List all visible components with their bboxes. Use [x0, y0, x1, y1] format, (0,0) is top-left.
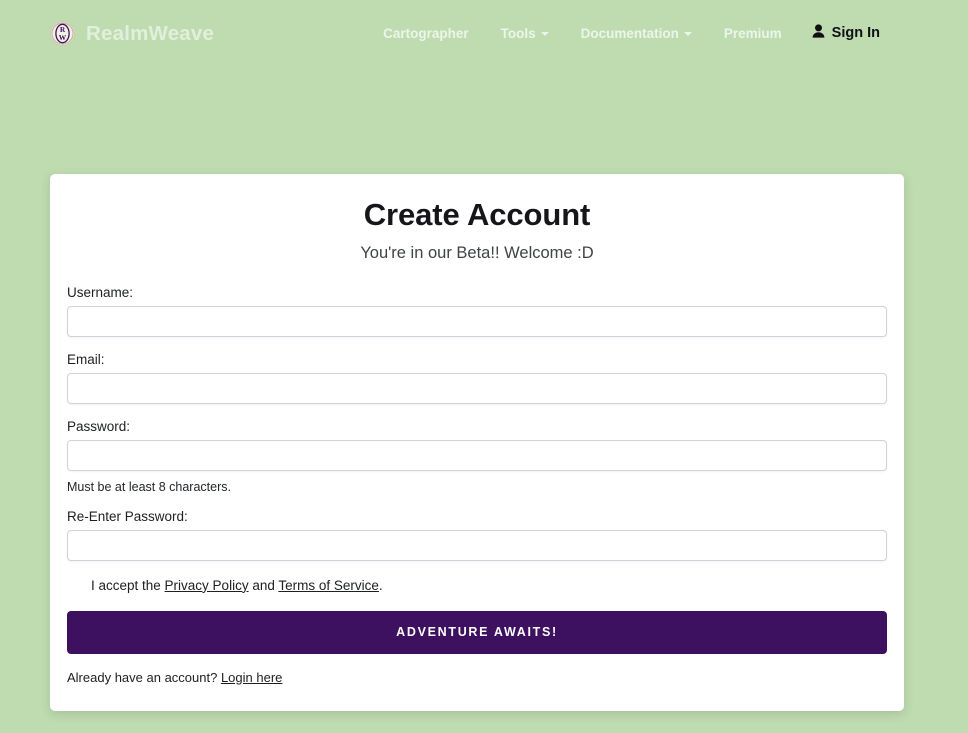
nav-item-tools-label: Tools — [500, 25, 536, 41]
top-navigation-bar: R W RealmWeave Cartographer Tools Docume… — [0, 0, 968, 79]
adventure-awaits-submit-button[interactable]: ADVENTURE AWAITS! — [67, 610, 887, 654]
terms-acceptance-row: I accept the Privacy Policy and Terms of… — [67, 578, 887, 593]
email-input[interactable] — [67, 372, 887, 404]
nav-item-tools[interactable]: Tools — [485, 26, 565, 41]
email-field-group: Email: — [67, 352, 887, 404]
nav-item-premium-label: Premium — [723, 25, 782, 41]
chevron-down-icon — [683, 32, 692, 36]
privacy-policy-link[interactable]: Privacy Policy — [165, 578, 249, 593]
login-here-link[interactable]: Login here — [221, 670, 282, 685]
brand-logo-link[interactable]: R W RealmWeave — [50, 21, 214, 46]
password-field-group: Password: Must be at least 8 characters. — [67, 419, 887, 494]
nav-links-group: Cartographer Tools Documentation Premium… — [367, 21, 880, 42]
nav-item-documentation-label: Documentation — [580, 25, 679, 41]
page-title: Create Account — [363, 197, 591, 232]
email-label: Email: — [67, 351, 105, 367]
terms-prefix-text: I accept the — [91, 577, 165, 593]
signup-form: Username: Email: Password: Must be at le… — [66, 285, 888, 685]
nav-item-documentation[interactable]: Documentation — [565, 26, 708, 41]
username-field-group: Username: — [67, 285, 887, 337]
username-label: Username: — [67, 284, 134, 300]
existing-account-note: Already have an account? Login here — [67, 670, 887, 685]
create-account-card: Create Account You're in our Beta!! Welc… — [50, 174, 904, 711]
terms-of-service-link[interactable]: Terms of Service — [278, 578, 379, 593]
password-input[interactable] — [67, 439, 887, 471]
page-subtitle: You're in our Beta!! Welcome :D — [360, 243, 594, 262]
nav-item-cartographer-label: Cartographer — [383, 25, 469, 41]
confirm-password-input[interactable] — [67, 529, 887, 561]
brand-name-text: RealmWeave — [86, 21, 215, 45]
terms-acceptance-text: I accept the Privacy Policy and Terms of… — [91, 578, 383, 593]
password-label: Password: — [67, 418, 131, 434]
chevron-down-icon — [540, 32, 549, 36]
realmweave-circle-monogram-icon: R W — [50, 21, 75, 46]
confirm-password-field-group: Re-Enter Password: — [67, 509, 887, 561]
svg-text:W: W — [59, 33, 67, 42]
person-icon — [812, 24, 825, 42]
terms-conjunction-text: and — [248, 577, 279, 593]
sign-in-button[interactable]: Sign In — [798, 24, 880, 42]
nav-item-premium[interactable]: Premium — [708, 26, 798, 41]
terms-suffix-text: . — [378, 577, 383, 593]
sign-in-label: Sign In — [831, 25, 880, 41]
password-help-text: Must be at least 8 characters. — [67, 479, 231, 494]
nav-item-cartographer[interactable]: Cartographer — [367, 26, 485, 41]
username-input[interactable] — [67, 305, 887, 337]
existing-account-text: Already have an account? — [67, 669, 221, 685]
confirm-password-label: Re-Enter Password: — [67, 508, 188, 524]
